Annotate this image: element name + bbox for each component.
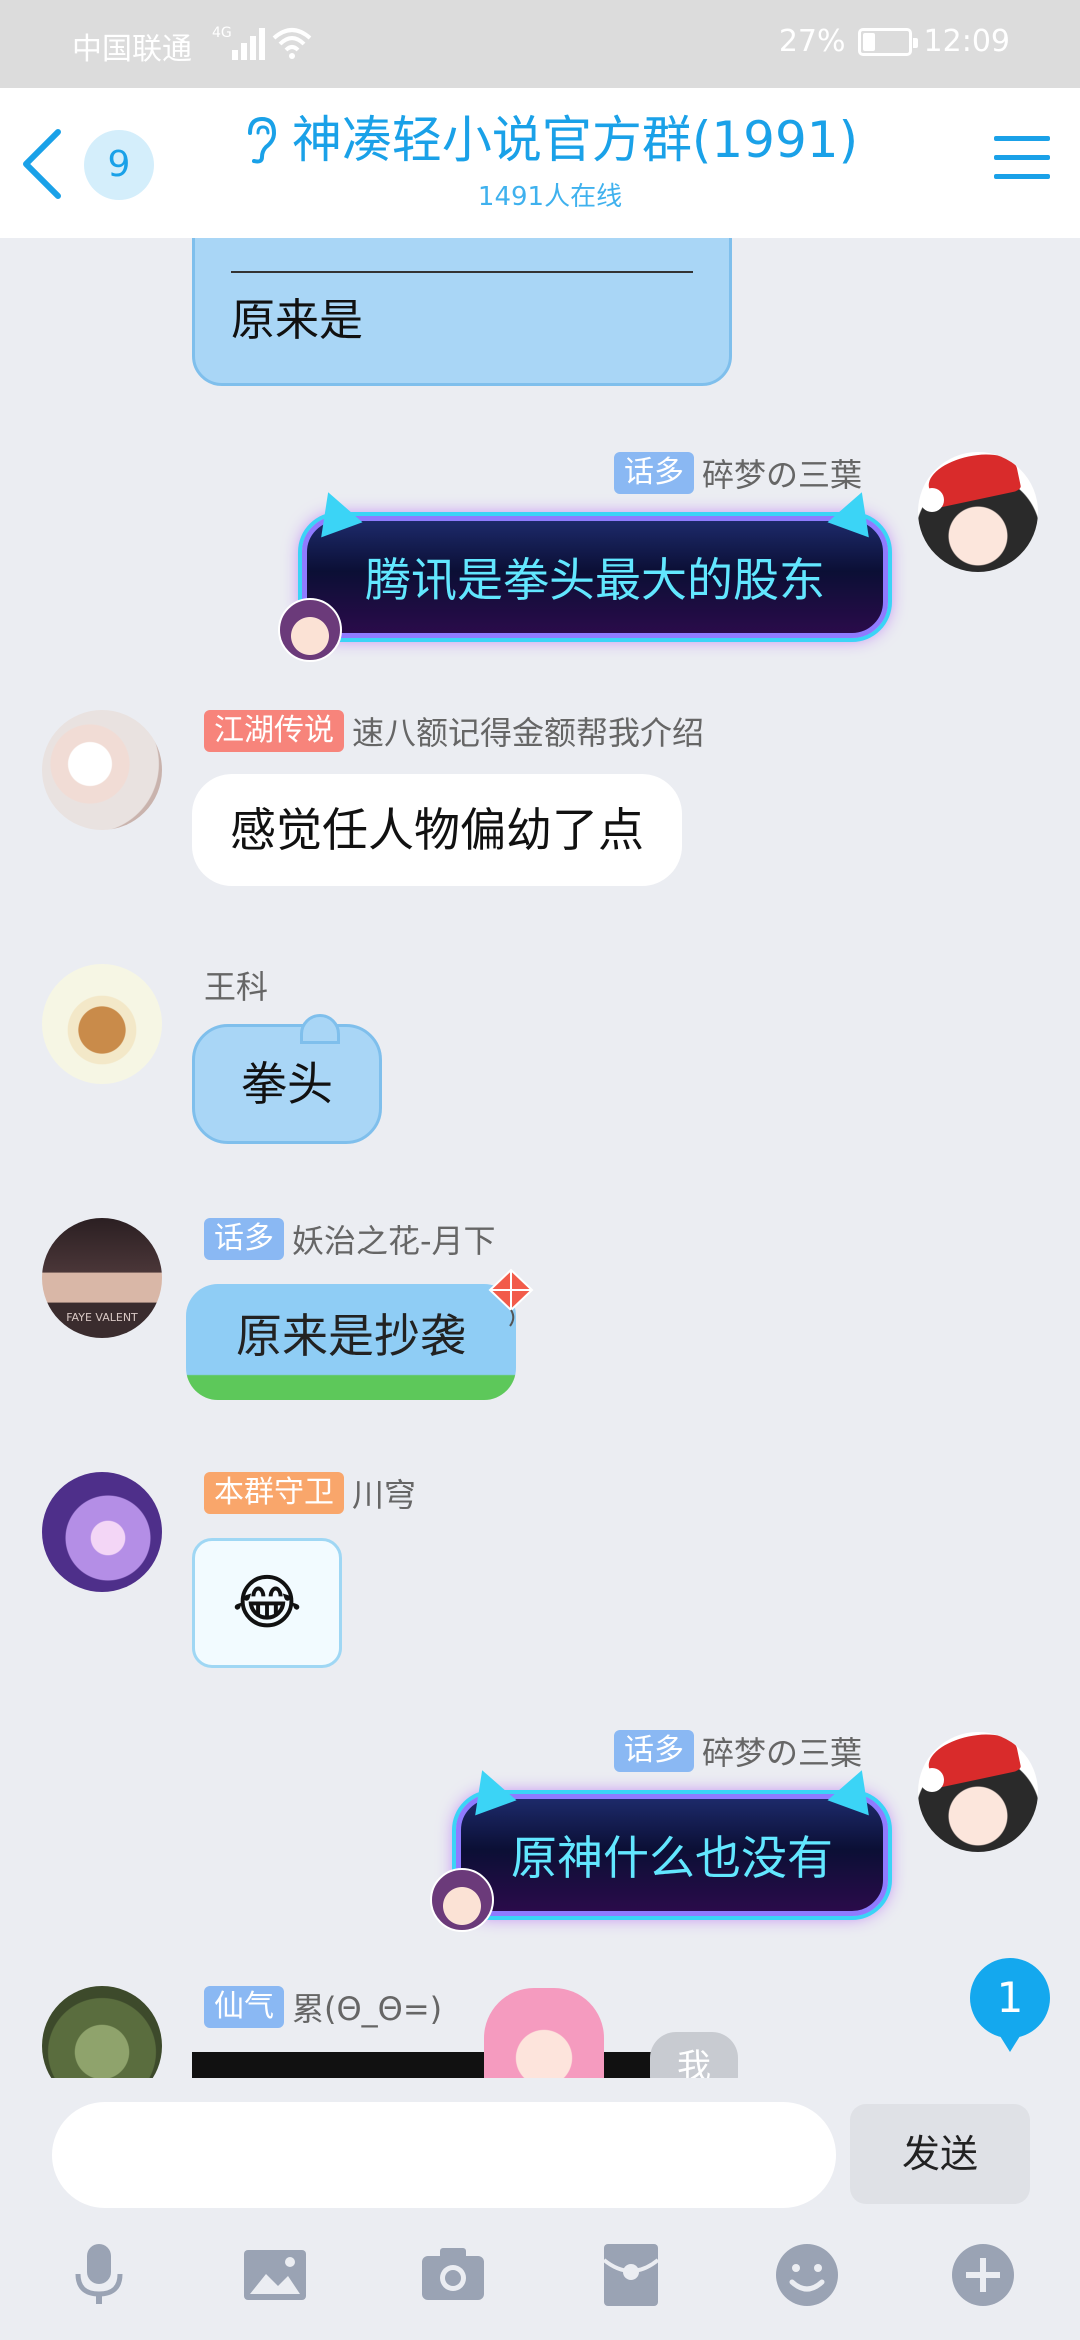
sender-info: 本群守卫 川穹 [204, 1470, 416, 1516]
cloud-message-bubble[interactable]: 拳头 [192, 1024, 382, 1144]
member-tag: 话多 [204, 1218, 284, 1260]
member-tag: 江湖传说 [204, 710, 344, 752]
status-bar: 中国联通 4G 27% 12:09 [0, 0, 1080, 88]
avatar-caption: FAYE VALENT [66, 1311, 138, 1324]
sender-name: 碎梦の三葉 [701, 456, 862, 494]
message-text: 原来是抄袭 [236, 1309, 466, 1363]
back-icon[interactable] [14, 124, 74, 204]
avatar[interactable]: FAYE VALENT [42, 1218, 162, 1338]
message-text: 感觉任人物偏幼了点 [230, 803, 644, 857]
neon-message-bubble[interactable]: 原神什么也没有 [456, 1762, 888, 1916]
ear-icon [247, 116, 276, 164]
card-message-bubble[interactable]: 😂 [192, 1538, 342, 1668]
avatar[interactable] [42, 1986, 162, 2078]
member-tag: 话多 [613, 452, 694, 494]
sender-info: 王科 [204, 962, 268, 1008]
message-text: 原神什么也没有 [511, 1831, 833, 1885]
camera-icon[interactable] [418, 2240, 488, 2310]
avatar[interactable] [42, 710, 162, 830]
kite-icon [488, 1268, 534, 1327]
quoted-reply-bubble[interactable]: 原来是 [192, 238, 732, 386]
avatar[interactable] [42, 1472, 162, 1592]
unread-count-badge[interactable]: 9 [84, 130, 154, 200]
emoji-icon[interactable] [772, 2240, 842, 2310]
message-bubble[interactable]: 我 [650, 2032, 738, 2078]
avatar[interactable] [918, 1732, 1038, 1852]
member-tag: 话多 [613, 1730, 694, 1772]
input-toolbar [0, 2228, 1080, 2338]
group-title-area[interactable]: 神凑轻小说官方群(1991) 1491人在线 [230, 110, 870, 213]
avatar[interactable] [42, 964, 162, 1084]
network-type: 4G [212, 25, 232, 41]
battery-icon [857, 27, 918, 56]
bubble-character-decoration [278, 598, 342, 662]
chat-header: 9 神凑轻小说官方群(1991) 1491人在线 [0, 88, 1080, 238]
clock: 12:09 [923, 24, 1010, 59]
image-icon[interactable] [240, 2240, 310, 2310]
message-input[interactable] [52, 2102, 836, 2208]
sender-info: 仙气 累(Θ_Θ=) [204, 1984, 442, 2030]
message-text: 😂 [231, 1568, 303, 1638]
sender-name: 王科 [204, 968, 269, 1006]
sender-info: 话多 妖治之花-月下 [204, 1216, 496, 1262]
battery-percent: 27% [778, 24, 846, 59]
sender-info: 话多 碎梦の三葉 [613, 450, 862, 496]
kite-message-bubble[interactable]: 原来是抄袭 [186, 1284, 516, 1400]
message-text: 原来是 [231, 295, 363, 346]
sender-name: 碎梦の三葉 [701, 1734, 862, 1772]
avatar[interactable] [918, 452, 1038, 572]
input-area: 发送 [0, 2078, 1080, 2340]
menu-icon[interactable] [994, 136, 1050, 186]
new-message-badge[interactable]: 1 [970, 1958, 1050, 2052]
neon-message-bubble[interactable]: 腾讯是拳头最大的股东 [302, 484, 888, 638]
sender-info: 江湖传说 速八额记得金额帮我介绍 [204, 708, 704, 754]
sender-info: 话多 碎梦の三葉 [613, 1728, 862, 1774]
microphone-icon[interactable] [64, 2240, 134, 2310]
message-list[interactable]: 原来是 话多 碎梦の三葉 腾讯是拳头最大的股东 江湖传说 速八额记得金额帮我介绍… [0, 238, 1080, 2078]
sender-name: 川穹 [352, 1476, 417, 1514]
quote-divider [231, 271, 693, 273]
cat-ear-decoration [461, 1762, 517, 1816]
message-text: 我 [677, 2047, 711, 2078]
bubble-decoration [300, 1014, 340, 1044]
sender-name: 速八额记得金额帮我介绍 [352, 714, 705, 752]
member-tag: 本群守卫 [204, 1472, 344, 1514]
bubble-character-decoration [430, 1868, 494, 1932]
message-text: 腾讯是拳头最大的股东 [365, 553, 825, 607]
plus-icon[interactable] [948, 2240, 1018, 2310]
sender-name: 妖治之花-月下 [292, 1222, 496, 1260]
wifi-icon [272, 28, 312, 59]
signal-icon [232, 26, 266, 60]
message-text: 拳头 [241, 1057, 333, 1111]
cat-ear-decoration [307, 484, 363, 538]
send-button[interactable]: 发送 [850, 2104, 1030, 2204]
online-count: 1491人在线 [477, 182, 623, 212]
message-bubble[interactable]: 感觉任人物偏幼了点 [192, 774, 682, 886]
member-tag: 仙气 [204, 1986, 284, 2028]
sender-name: 累(Θ_Θ=) [292, 1990, 443, 2028]
red-packet-icon[interactable] [596, 2240, 666, 2310]
sticker-character [484, 1988, 604, 2078]
carrier-label: 中国联通 [72, 32, 192, 67]
group-name: 神凑轻小说官方群(1991) [291, 111, 859, 169]
